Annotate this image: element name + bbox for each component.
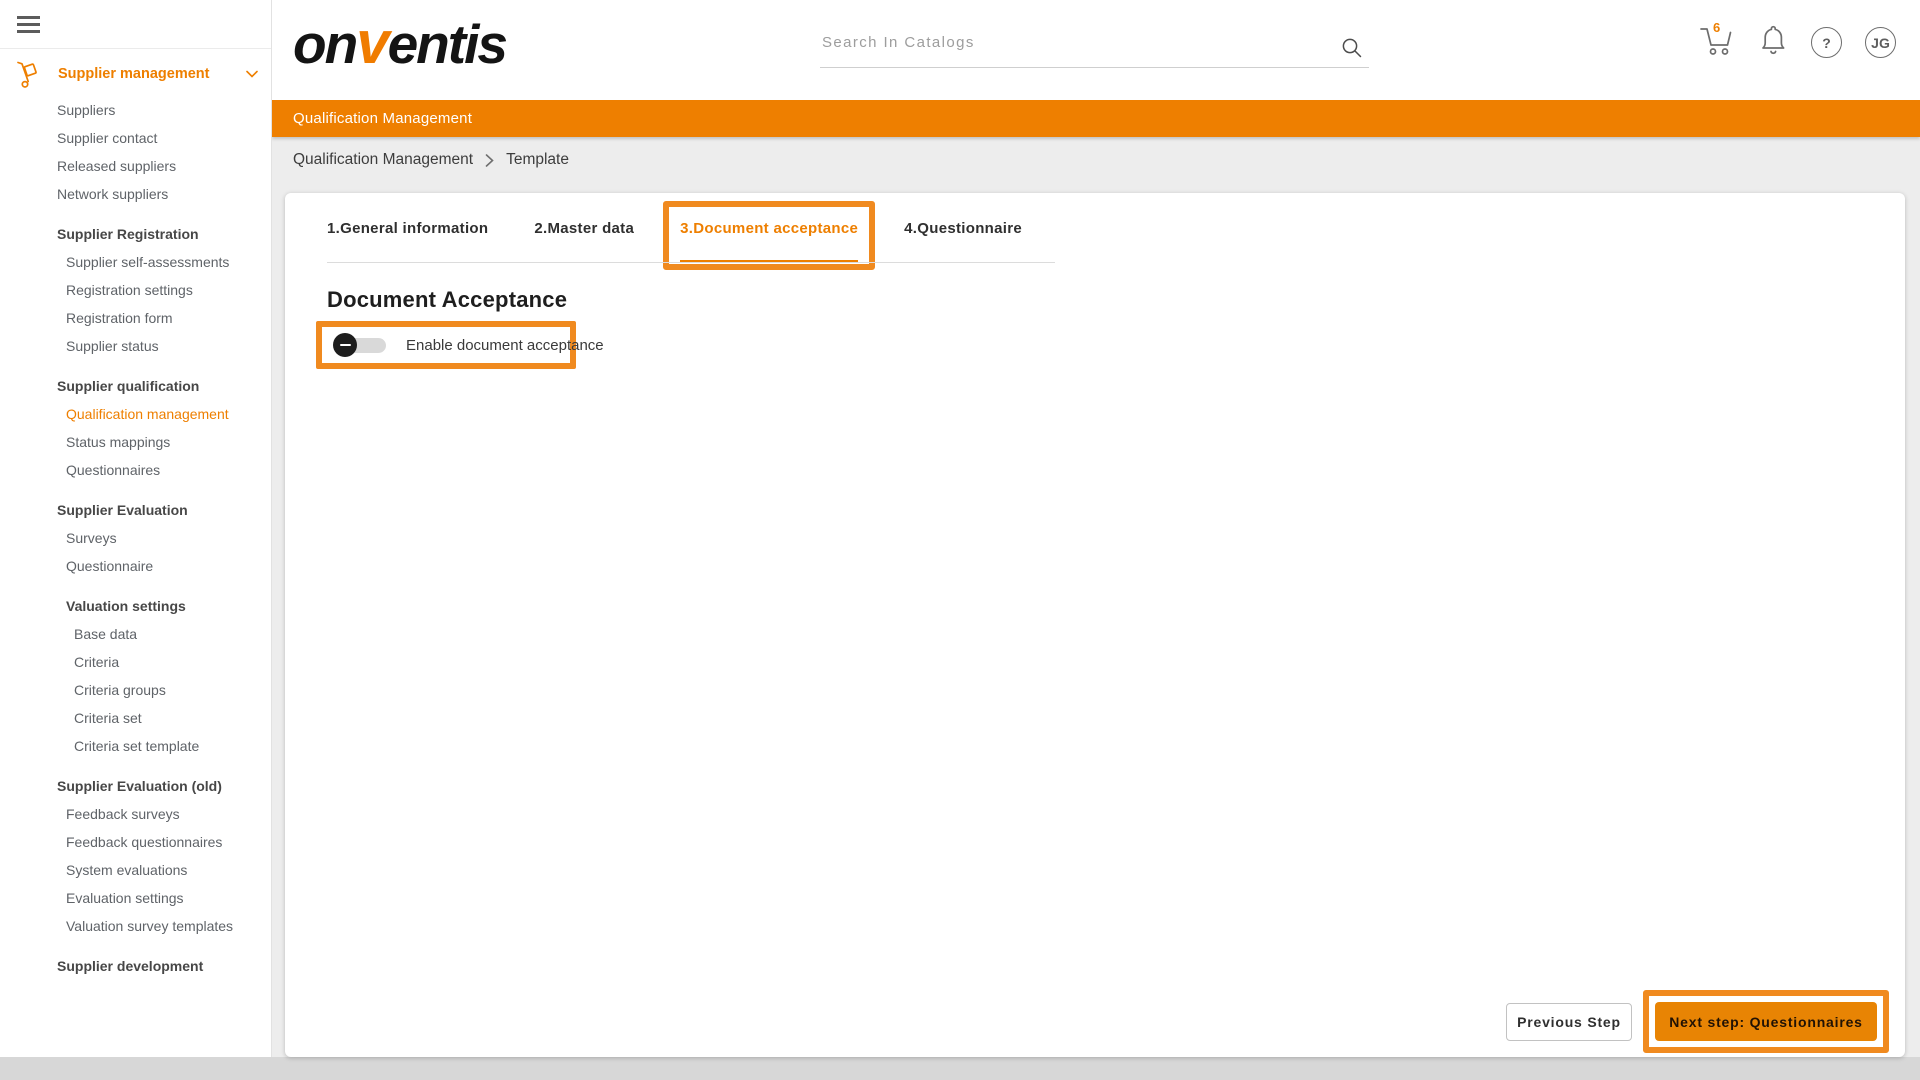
sidebar-item-supplier-evaluation-old: Supplier Evaluation (old)	[0, 772, 271, 800]
sidebar-nav: SuppliersSupplier contactReleased suppli…	[0, 96, 271, 980]
sidebar-item-valuation-survey-templates[interactable]: Valuation survey templates	[0, 912, 271, 940]
cart-button[interactable]: 6	[1699, 24, 1735, 61]
sidebar-item-supplier-management[interactable]: Supplier management	[14, 58, 258, 90]
sidebar-item-criteria[interactable]: Criteria	[0, 648, 271, 676]
panel-heading: Document Acceptance	[327, 287, 567, 313]
sidebar-item-feedback-questionnaires[interactable]: Feedback questionnaires	[0, 828, 271, 856]
breadcrumb: Qualification Management Template	[293, 151, 569, 169]
next-step-button[interactable]: Next step: Questionnaires	[1655, 1002, 1877, 1041]
bell-icon	[1758, 24, 1788, 56]
sidebar-item-criteria-set[interactable]: Criteria set	[0, 704, 271, 732]
sidebar-item-suppliers[interactable]: Suppliers	[0, 96, 271, 124]
breadcrumb-template[interactable]: Template	[506, 151, 569, 169]
page: { "app": { "logo_part1": "on", "logo_acc…	[0, 0, 1920, 1080]
header-icons: 6 ? JG	[1699, 24, 1896, 61]
sidebar-item-system-evaluations[interactable]: System evaluations	[0, 856, 271, 884]
sidebar: Supplier management SuppliersSupplier co…	[0, 0, 272, 1057]
tab-3-document-acceptance[interactable]: 3.Document acceptance	[680, 193, 858, 263]
top-header: onventis 6	[272, 0, 1920, 100]
user-avatar[interactable]: JG	[1865, 27, 1896, 58]
tabs: 1.General information 2.Master data 3.Docu…	[327, 193, 1022, 263]
search-icon[interactable]	[1341, 37, 1363, 59]
sidebar-item-qualification-management[interactable]: Qualification management	[0, 400, 271, 428]
sidebar-item-network-suppliers[interactable]: Network suppliers	[0, 180, 271, 208]
chevron-down-icon	[246, 70, 258, 78]
tab-1-general-information[interactable]: 1.General information	[327, 193, 488, 263]
sidebar-item-supplier-contact[interactable]: Supplier contact	[0, 124, 271, 152]
sidebar-item-registration-settings[interactable]: Registration settings	[0, 276, 271, 304]
help-button[interactable]: ?	[1811, 27, 1842, 58]
sidebar-item-supplier-evaluation: Supplier Evaluation	[0, 496, 271, 524]
sidebar-item-questionnaires[interactable]: Questionnaires	[0, 456, 271, 484]
sidebar-item-status-mappings[interactable]: Status mappings	[0, 428, 271, 456]
tab-4-questionnaire[interactable]: 4.Questionnaire	[904, 193, 1022, 263]
module-title-bar: Qualification Management	[272, 100, 1920, 137]
question-mark-icon: ?	[1822, 35, 1831, 51]
sidebar-item-feedback-surveys[interactable]: Feedback surveys	[0, 800, 271, 828]
content-area: Qualification Management Template 1.Gene…	[272, 137, 1920, 1057]
sidebar-item-registration-form[interactable]: Registration form	[0, 304, 271, 332]
template-card: 1.General information 2.Master data 3.Docu…	[285, 193, 1905, 1057]
sidebar-item-supplier-registration: Supplier Registration	[0, 220, 271, 248]
tab-2-master-data[interactable]: 2.Master data	[534, 193, 634, 263]
hand-truck-icon	[14, 59, 44, 89]
sidebar-item-supplier-self-assessments[interactable]: Supplier self-assessments	[0, 248, 271, 276]
sidebar-item-supplier-status[interactable]: Supplier status	[0, 332, 271, 360]
menu-icon[interactable]	[17, 16, 40, 33]
onventis-logo: onventis	[293, 8, 506, 77]
sidebar-item-supplier-development: Supplier development	[0, 952, 271, 980]
toggle-highlight-box: Enable document acceptance	[316, 321, 576, 369]
next-step-highlight-box: Next step: Questionnaires	[1643, 990, 1889, 1053]
breadcrumb-qualification-management[interactable]: Qualification Management	[293, 151, 473, 169]
sidebar-item-evaluation-settings[interactable]: Evaluation settings	[0, 884, 271, 912]
sidebar-divider	[0, 48, 271, 49]
sidebar-item-criteria-set-template[interactable]: Criteria set template	[0, 732, 271, 760]
sidebar-item-supplier-qualification: Supplier qualification	[0, 372, 271, 400]
sidebar-item-label: Supplier management	[58, 66, 209, 82]
module-title: Qualification Management	[293, 110, 472, 127]
toggle-label: Enable document acceptance	[406, 337, 604, 354]
sidebar-item-criteria-groups[interactable]: Criteria groups	[0, 676, 271, 704]
previous-step-button[interactable]: Previous Step	[1506, 1003, 1632, 1041]
catalog-search	[820, 26, 1369, 68]
sidebar-item-released-suppliers[interactable]: Released suppliers	[0, 152, 271, 180]
tabs-underline	[327, 262, 1055, 263]
toggle-knob	[333, 333, 357, 357]
sidebar-item-valuation-settings: Valuation settings	[0, 592, 271, 620]
avatar-initials: JG	[1871, 35, 1890, 51]
notifications-button[interactable]	[1758, 24, 1788, 61]
sidebar-item-surveys[interactable]: Surveys	[0, 524, 271, 552]
sidebar-item-base-data[interactable]: Base data	[0, 620, 271, 648]
sidebar-item-questionnaire[interactable]: Questionnaire	[0, 552, 271, 580]
cart-badge: 6	[1713, 20, 1720, 35]
chevron-right-icon	[485, 154, 494, 167]
enable-document-acceptance-toggle[interactable]	[333, 333, 389, 357]
search-input[interactable]	[822, 34, 1322, 51]
